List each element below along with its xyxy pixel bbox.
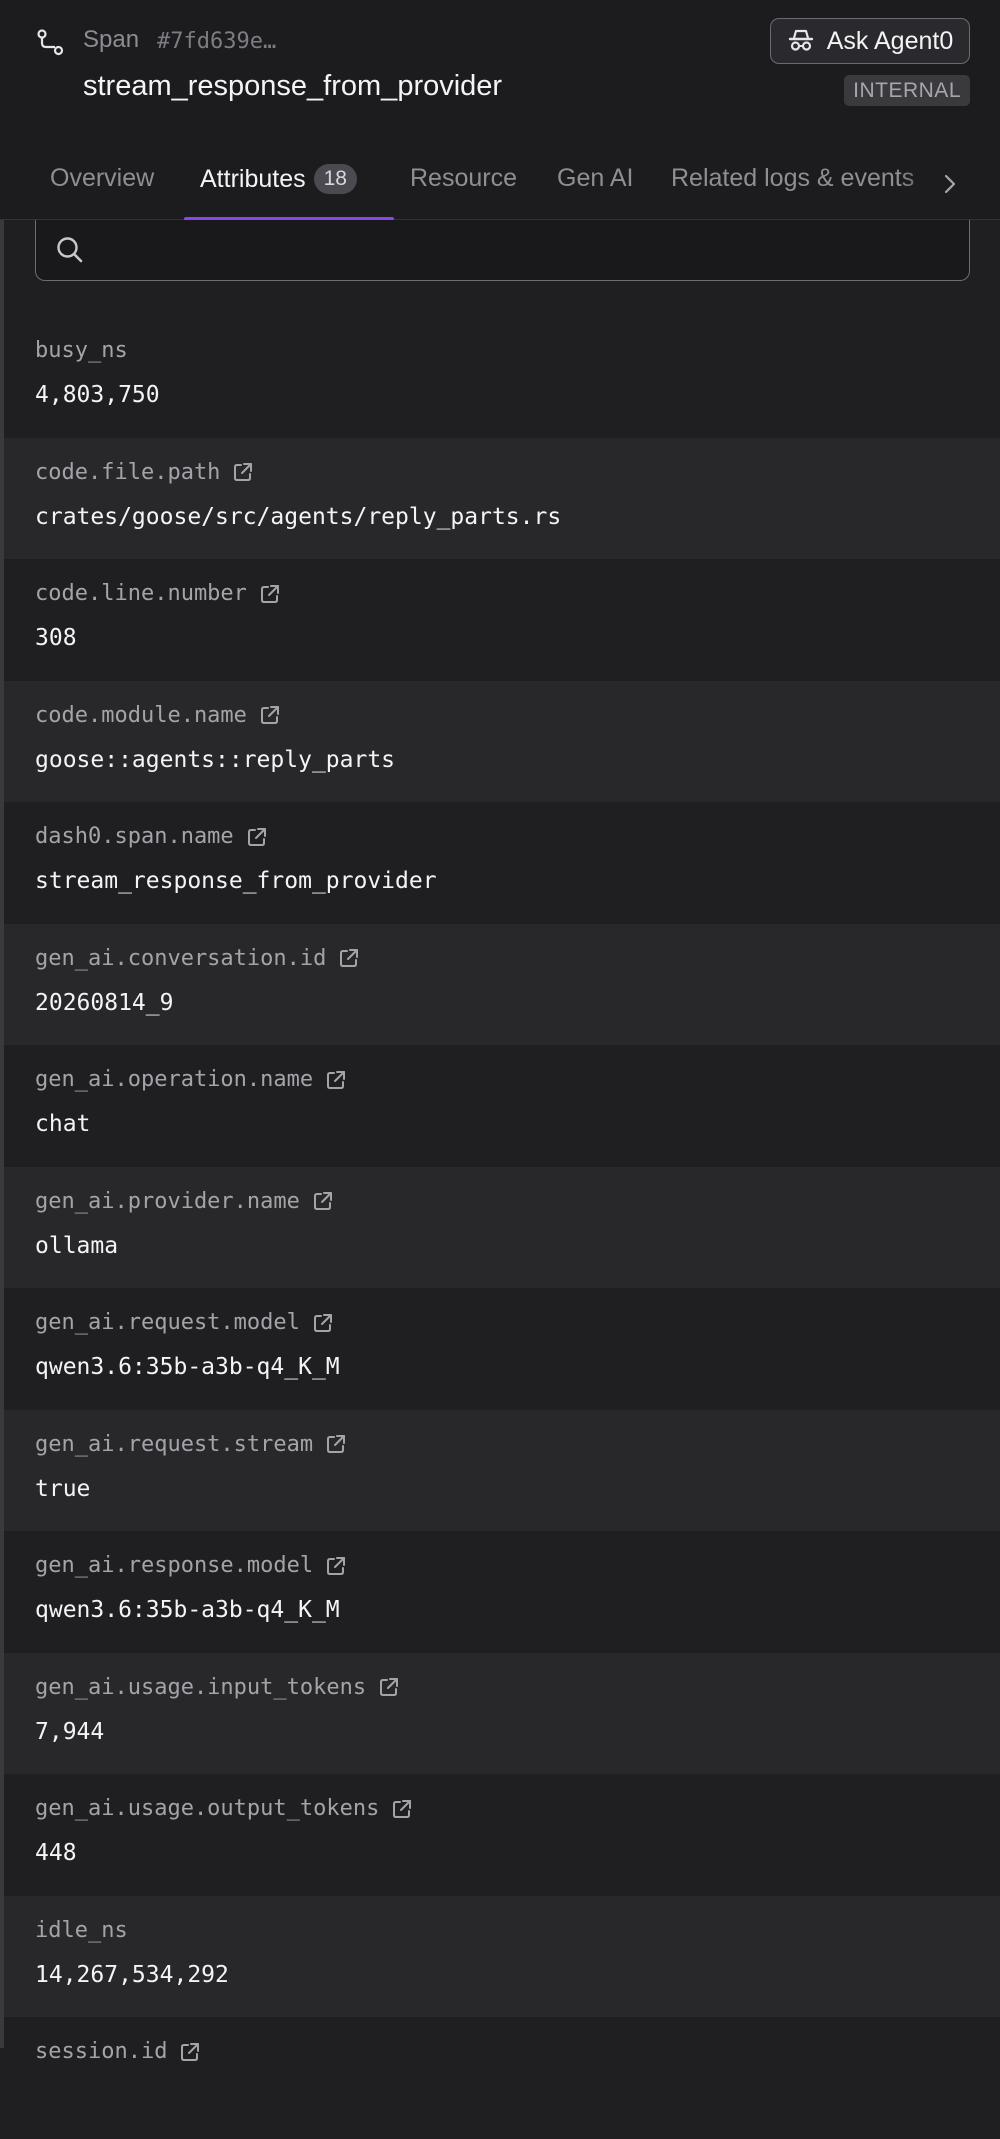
- ask-agent-label: Ask Agent0: [826, 26, 954, 55]
- external-link-icon[interactable]: [325, 1069, 347, 1091]
- attribute-key: gen_ai.provider.name: [35, 1189, 334, 1214]
- attribute-value: ollama: [35, 1232, 119, 1259]
- attribute-row[interactable]: session.id: [4, 2017, 1000, 2139]
- external-link-icon[interactable]: [232, 461, 254, 483]
- attribute-key-text: gen_ai.operation.name: [35, 1067, 314, 1092]
- attribute-key-text: gen_ai.usage.input_tokens: [35, 1674, 367, 1700]
- tab-gen-ai[interactable]: Gen AI: [557, 164, 633, 193]
- attribute-row[interactable]: idle_ns 14,267,534,292: [4, 1895, 1000, 2017]
- attribute-key: gen_ai.request.model: [35, 1310, 334, 1335]
- external-link-icon[interactable]: [179, 2041, 201, 2063]
- span-kind-badge: INTERNAL: [844, 75, 970, 106]
- tab-related-logs-events[interactable]: Related logs & events: [671, 164, 914, 193]
- attribute-row[interactable]: code.file.path crates/goose/src/agents/re…: [4, 437, 1000, 559]
- chevron-right-icon[interactable]: [940, 172, 960, 196]
- attributes-list: busy_ns 4,803,750 code.file.path crates/goo…: [4, 316, 1000, 2139]
- attribute-key-text: gen_ai.usage.output_tokens: [35, 1796, 380, 1821]
- attribute-row[interactable]: code.module.namegoose::agents::reply_par…: [4, 680, 1000, 802]
- attribute-key-text: gen_ai.conversation.id: [35, 945, 327, 971]
- ask-agent-button[interactable]: Ask Agent0: [770, 18, 970, 64]
- attribute-row[interactable]: code.line.number 308: [4, 559, 1000, 681]
- attribute-key-text: gen_ai.provider.name: [35, 1188, 300, 1214]
- attribute-value: chat: [35, 1111, 91, 1137]
- attribute-value: 14,267,534,292: [35, 1961, 229, 1988]
- attribute-row[interactable]: gen_ai.request.streamtrue: [4, 1409, 1000, 1531]
- span-header: Span #7fd639e… stream_response_from_prov…: [0, 0, 1000, 221]
- span-id[interactable]: #7fd639e…: [157, 29, 276, 54]
- attribute-row[interactable]: gen_ai.operation.namechat: [4, 1045, 1000, 1167]
- external-link-icon[interactable]: [378, 1676, 400, 1698]
- attribute-value: 4,803,750: [35, 382, 160, 408]
- attribute-key: gen_ai.response.model: [35, 1553, 347, 1578]
- tab-attributes-label: Attributes: [200, 165, 306, 193]
- external-link-icon[interactable]: [246, 826, 268, 848]
- external-link-icon[interactable]: [259, 583, 281, 605]
- search-icon: [57, 237, 83, 263]
- span-type-label: Span: [83, 26, 140, 53]
- span-title: stream_response_from_provider: [83, 70, 503, 102]
- attribute-key: gen_ai.request.stream: [35, 1432, 347, 1457]
- attribute-key: idle_ns: [35, 1918, 128, 1943]
- attribute-value: 7,944: [35, 1718, 105, 1745]
- external-link-icon[interactable]: [259, 704, 281, 726]
- attribute-value: 448: [35, 1840, 77, 1866]
- attribute-value: goose::agents::reply_parts: [35, 746, 396, 773]
- attribute-key-text: idle_ns: [35, 1917, 128, 1943]
- attribute-value: true: [35, 1475, 91, 1502]
- attribute-row[interactable]: gen_ai.response.model qwen3.6:35b-a3b-q4_…: [4, 1531, 1000, 1653]
- attribute-key: code.file.path: [35, 460, 254, 485]
- attribute-value: stream_response_from_provider: [35, 868, 437, 894]
- attribute-key: gen_ai.usage.output_tokens: [35, 1796, 413, 1821]
- attribute-row[interactable]: gen_ai.usage.input_tokens 7,944: [4, 1652, 1000, 1774]
- attribute-row[interactable]: gen_ai.conversation.id 20260814_9: [4, 923, 1000, 1045]
- external-link-icon[interactable]: [325, 1555, 347, 1577]
- attribute-key-text: session.id: [35, 2039, 168, 2064]
- attribute-value: 20260814_9: [35, 989, 174, 1016]
- attribute-key: dash0.span.name: [35, 824, 268, 849]
- tab-overview[interactable]: Overview: [50, 164, 154, 193]
- external-link-icon[interactable]: [391, 1798, 413, 1820]
- tab-attributes[interactable]: Attributes 18: [200, 164, 357, 194]
- attribute-key-text: gen_ai.response.model: [35, 1553, 314, 1578]
- attributes-count-badge: 18: [313, 164, 357, 194]
- external-link-icon[interactable]: [338, 947, 360, 969]
- attribute-row[interactable]: gen_ai.provider.nameollama: [4, 1166, 1000, 1288]
- attribute-value: 308: [35, 625, 77, 651]
- attribute-search[interactable]: [35, 220, 970, 281]
- attribute-key: session.id: [35, 2039, 201, 2064]
- attribute-key: busy_ns: [35, 338, 128, 363]
- attribute-key: code.module.name: [35, 703, 281, 728]
- agent-spy-icon: [788, 29, 813, 51]
- span-route-icon: [37, 29, 64, 56]
- attribute-key: gen_ai.operation.name: [35, 1067, 347, 1092]
- attribute-row[interactable]: dash0.span.name stream_response_from_prov…: [4, 802, 1000, 924]
- attribute-key-text: gen_ai.request.stream: [35, 1431, 314, 1457]
- external-link-icon[interactable]: [312, 1312, 334, 1334]
- tab-resource[interactable]: Resource: [410, 164, 517, 193]
- attribute-row[interactable]: gen_ai.request.model qwen3.6:35b-a3b-q4_K…: [4, 1288, 1000, 1410]
- attribute-value: crates/goose/src/agents/reply_parts.rs: [35, 503, 562, 530]
- attribute-key: gen_ai.conversation.id: [35, 946, 360, 971]
- attribute-key-text: code.line.number: [35, 581, 247, 606]
- attribute-row[interactable]: gen_ai.usage.output_tokens 448: [4, 1774, 1000, 1896]
- attribute-row[interactable]: busy_ns 4,803,750: [4, 316, 1000, 438]
- attribute-key: gen_ai.usage.input_tokens: [35, 1675, 400, 1700]
- attribute-key-text: gen_ai.request.model: [35, 1310, 300, 1335]
- attribute-value: qwen3.6:35b-a3b-q4_K_M: [35, 1354, 340, 1380]
- external-link-icon[interactable]: [312, 1190, 334, 1212]
- attribute-key-text: code.module.name: [35, 702, 247, 728]
- attribute-key-text: dash0.span.name: [35, 824, 234, 849]
- attribute-key: code.line.number: [35, 581, 281, 606]
- search-input[interactable]: [98, 220, 952, 280]
- attribute-key-text: code.file.path: [35, 459, 221, 485]
- attribute-value: qwen3.6:35b-a3b-q4_K_M: [35, 1597, 340, 1623]
- tab-bar: Overview Attributes 18 Resource Gen AI Re…: [0, 150, 1000, 221]
- external-link-icon[interactable]: [325, 1433, 347, 1455]
- attribute-key-text: busy_ns: [35, 338, 128, 363]
